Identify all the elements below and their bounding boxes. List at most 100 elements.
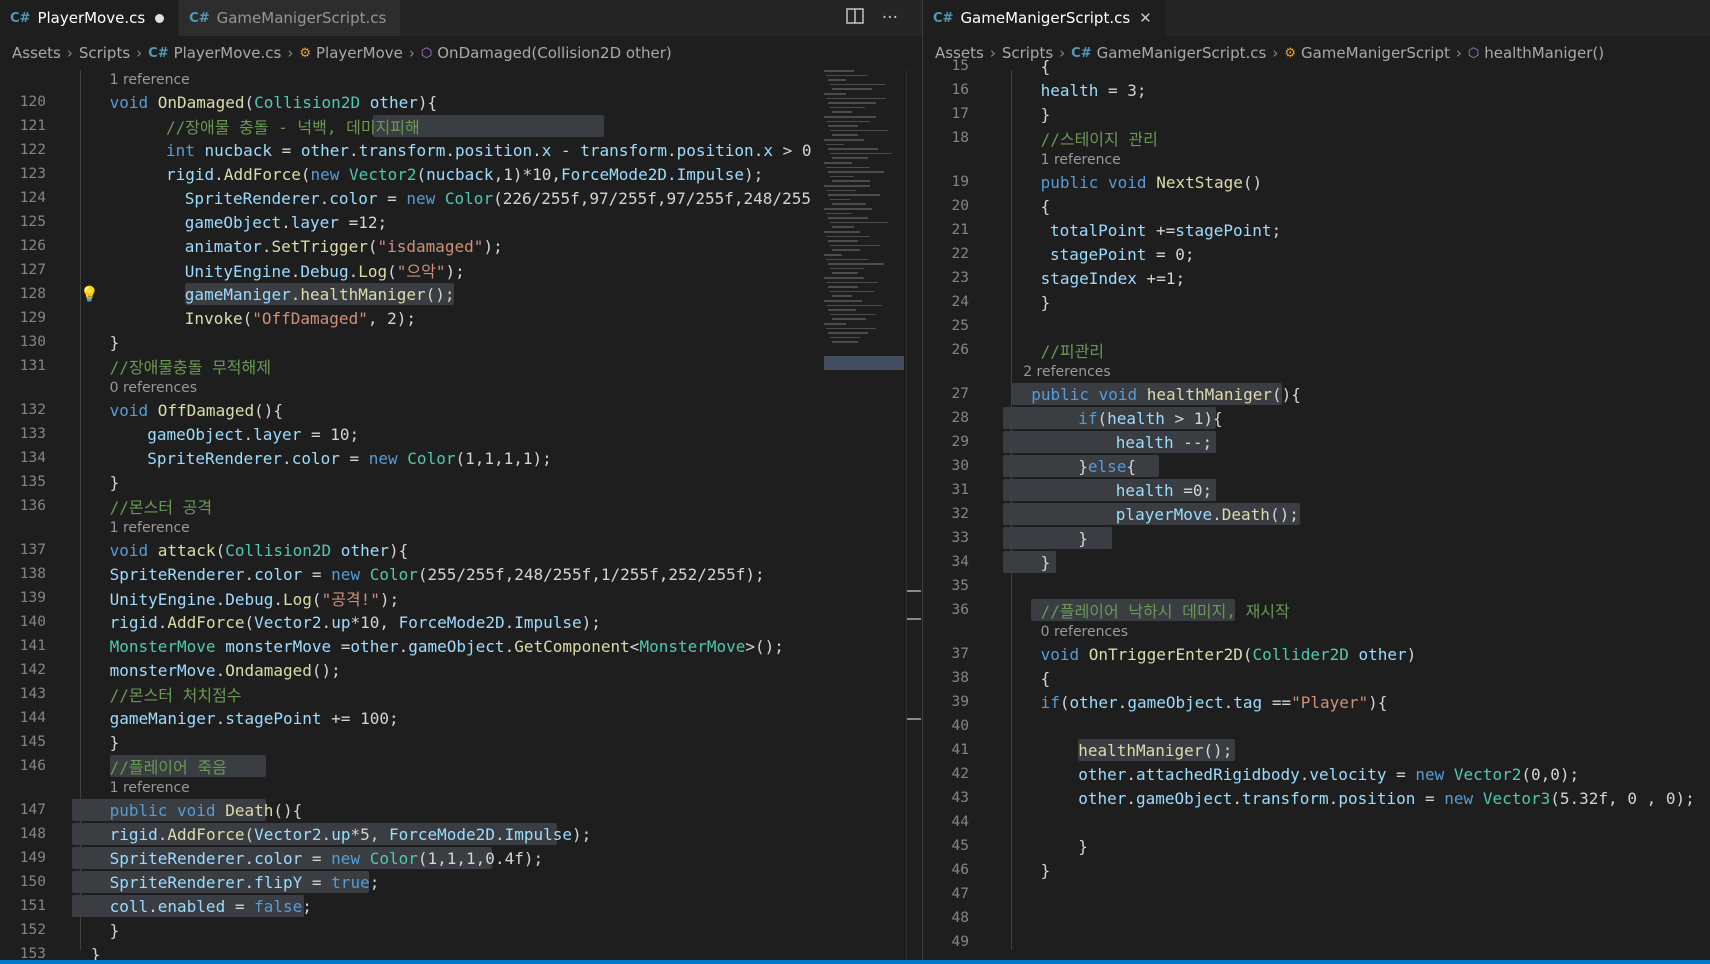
tab-gamemanigerscript[interactable]: C# GameManigerScript.cs xyxy=(179,0,402,36)
close-icon[interactable]: ✕ xyxy=(1139,9,1152,27)
code-line[interactable]: 45} xyxy=(923,834,1710,858)
code-line[interactable]: 122 int nucback = other.transform.positio… xyxy=(0,138,922,162)
code-line[interactable]: 19 public void NextStage() xyxy=(923,170,1710,194)
code-line[interactable]: 44 xyxy=(923,810,1710,834)
code-line[interactable]: 121 //장애물 충돌 - 넉백, 데미지피해 xyxy=(0,114,922,138)
code-line[interactable]: 35 xyxy=(923,574,1710,598)
code-editor-right[interactable]: 15{16 health = 3; 17} 18//스테이지 관리 1 referenc… xyxy=(923,57,1710,964)
breadcrumb-assets[interactable]: Assets xyxy=(12,44,61,62)
code-line[interactable]: 27 public void healthManiger(){ xyxy=(923,382,1710,406)
minimap-slider[interactable] xyxy=(824,356,904,370)
code-line[interactable]: 34} xyxy=(923,550,1710,574)
minimap[interactable] xyxy=(824,70,904,370)
code-line[interactable]: 125 gameObject.layer =12; xyxy=(0,210,922,234)
codelens-references[interactable]: 0 references xyxy=(110,380,198,396)
code-line[interactable]: 38 { xyxy=(923,666,1710,690)
code-line[interactable]: 124 SpriteRenderer.color = new Color(226/… xyxy=(0,186,922,210)
code-line[interactable]: 126 animator.SetTrigger("isdamaged"); xyxy=(0,234,922,258)
code-line[interactable]: 137 void attack(Collision2D other){ xyxy=(0,538,922,562)
vertical-scrollbar[interactable] xyxy=(906,70,921,964)
code-editor-left[interactable]: 1 reference 120 void OnDamaged(Collision2D… xyxy=(0,70,922,964)
code-line[interactable]: 130} xyxy=(0,330,922,354)
code-line[interactable]: 22 stagePoint = 0; xyxy=(923,242,1710,266)
code-line[interactable]: 129 Invoke("OffDamaged", 2); xyxy=(0,306,922,330)
codelens-references[interactable]: 1 reference xyxy=(110,72,190,88)
code-line[interactable]: 41 healthManiger(); xyxy=(923,738,1710,762)
line-number: 139 xyxy=(19,590,46,606)
line-number: 24 xyxy=(951,294,969,310)
code-line[interactable]: 123 rigid.AddForce(new Vector2(nucback,1)… xyxy=(0,162,922,186)
code-line[interactable]: 25 xyxy=(923,314,1710,338)
more-actions-icon[interactable]: ··· xyxy=(882,8,898,28)
code-line[interactable]: 127 UnityEngine.Debug.Log("으악"); xyxy=(0,258,922,282)
code-line[interactable]: 40 xyxy=(923,714,1710,738)
lightbulb-icon[interactable]: 💡 xyxy=(80,285,99,303)
code-line[interactable]: 140 rigid.AddForce(Vector2.up*10, ForceMo… xyxy=(0,610,922,634)
breadcrumb-method[interactable]: OnDamaged(Collision2D other) xyxy=(437,44,671,62)
code-line[interactable]: 29 health --; xyxy=(923,430,1710,454)
code-line[interactable]: 33} xyxy=(923,526,1710,550)
code-line[interactable]: 28 if(health > 1){ xyxy=(923,406,1710,430)
unsaved-dot-icon[interactable] xyxy=(155,13,165,23)
tab-gamemanigerscript-right[interactable]: C# GameManigerScript.cs ✕ xyxy=(923,0,1167,36)
code-line[interactable]: 15 { xyxy=(923,54,1710,78)
code-line[interactable]: 23 stageIndex +=1; xyxy=(923,266,1710,290)
code-line[interactable]: 133 gameObject.layer = 10; xyxy=(0,422,922,446)
codelens-references[interactable]: 0 references xyxy=(1041,624,1129,640)
code-line[interactable]: 39 if(other.gameObject.tag =="Player"){ xyxy=(923,690,1710,714)
split-editor-icon[interactable] xyxy=(846,7,864,29)
code-line[interactable]: 139 UnityEngine.Debug.Log("공격!"); xyxy=(0,586,922,610)
code-line[interactable]: 32 playerMove.Death(); xyxy=(923,502,1710,526)
code-line[interactable]: 152} xyxy=(0,918,922,942)
code-line[interactable]: 145} xyxy=(0,730,922,754)
codelens-references[interactable]: 1 reference xyxy=(110,780,190,796)
code-line[interactable]: 134 SpriteRenderer.color = new Color(1,1,… xyxy=(0,446,922,470)
code-line[interactable]: 36 //플레이어 낙하시 데미지, 재시작 xyxy=(923,598,1710,622)
tab-playermove[interactable]: C# PlayerMove.cs xyxy=(0,0,180,36)
code-text: } xyxy=(1040,292,1051,312)
minimap-line xyxy=(830,83,885,86)
codelens-references[interactable]: 1 reference xyxy=(110,520,190,536)
code-line[interactable]: 48 xyxy=(923,906,1710,930)
breadcrumb-class[interactable]: PlayerMove xyxy=(316,44,403,62)
code-line[interactable]: 37 void OnTriggerEnter2D(Collider2D other… xyxy=(923,642,1710,666)
code-line[interactable]: 138 SpriteRenderer.color = new Color(255/… xyxy=(0,562,922,586)
code-line[interactable]: 120 void OnDamaged(Collision2D other){ xyxy=(0,90,922,114)
code-line[interactable]: 151 coll.enabled = false; xyxy=(0,894,922,918)
code-line[interactable]: 132 void OffDamaged(){ xyxy=(0,398,922,422)
code-line[interactable]: 21 totalPoint +=stagePoint; xyxy=(923,218,1710,242)
code-line[interactable]: 135} xyxy=(0,470,922,494)
code-line[interactable]: 143 //몬스터 처치점수 xyxy=(0,682,922,706)
line-number: 20 xyxy=(951,198,969,214)
code-line[interactable]: 16 health = 3; xyxy=(923,78,1710,102)
code-line[interactable]: 142 monsterMove.Ondamaged(); xyxy=(0,658,922,682)
code-line[interactable]: 141 MonsterMove monsterMove =other.gameOb… xyxy=(0,634,922,658)
line-number: 138 xyxy=(19,566,46,582)
code-line[interactable]: 144 gameManiger.stagePoint += 100; xyxy=(0,706,922,730)
code-line[interactable]: 30}else{ xyxy=(923,454,1710,478)
breadcrumb-scripts[interactable]: Scripts xyxy=(79,44,130,62)
code-line[interactable]: 31 health =0; xyxy=(923,478,1710,502)
code-line[interactable]: 128 gameManiger.healthManiger(); 💡 xyxy=(0,282,922,306)
code-line[interactable]: 136 //몬스터 공격 xyxy=(0,494,922,518)
code-line[interactable]: 17} xyxy=(923,102,1710,126)
code-line[interactable]: 20 { xyxy=(923,194,1710,218)
codelens-references[interactable]: 2 references xyxy=(1023,364,1111,380)
code-line[interactable]: 147 public void Death(){ xyxy=(0,798,922,822)
code-line[interactable]: 42 other.attachedRigidbody.velocity = new… xyxy=(923,762,1710,786)
code-line[interactable]: 24} xyxy=(923,290,1710,314)
breadcrumb-file[interactable]: PlayerMove.cs xyxy=(174,44,282,62)
code-line[interactable]: 47 xyxy=(923,882,1710,906)
minimap-line xyxy=(832,88,872,90)
code-line[interactable]: 43 other.gameObject.transform.position = … xyxy=(923,786,1710,810)
code-line[interactable]: 150 SpriteRenderer.flipY = true; xyxy=(0,870,922,894)
code-line[interactable]: 49 xyxy=(923,930,1710,954)
code-line[interactable]: 26 //피관리 xyxy=(923,338,1710,362)
code-line[interactable]: 18 //스테이지 관리 xyxy=(923,126,1710,150)
codelens-references[interactable]: 1 reference xyxy=(1041,152,1121,168)
code-line[interactable]: 148 rigid.AddForce(Vector2.up*5, ForceMod… xyxy=(0,822,922,846)
code-line[interactable]: 146 //플레이어 죽음 xyxy=(0,754,922,778)
code-line[interactable]: 149 SpriteRenderer.color = new Color(1,1,… xyxy=(0,846,922,870)
code-line[interactable]: 131 //장애물충돌 무적해제 xyxy=(0,354,922,378)
code-line[interactable]: 46} xyxy=(923,858,1710,882)
